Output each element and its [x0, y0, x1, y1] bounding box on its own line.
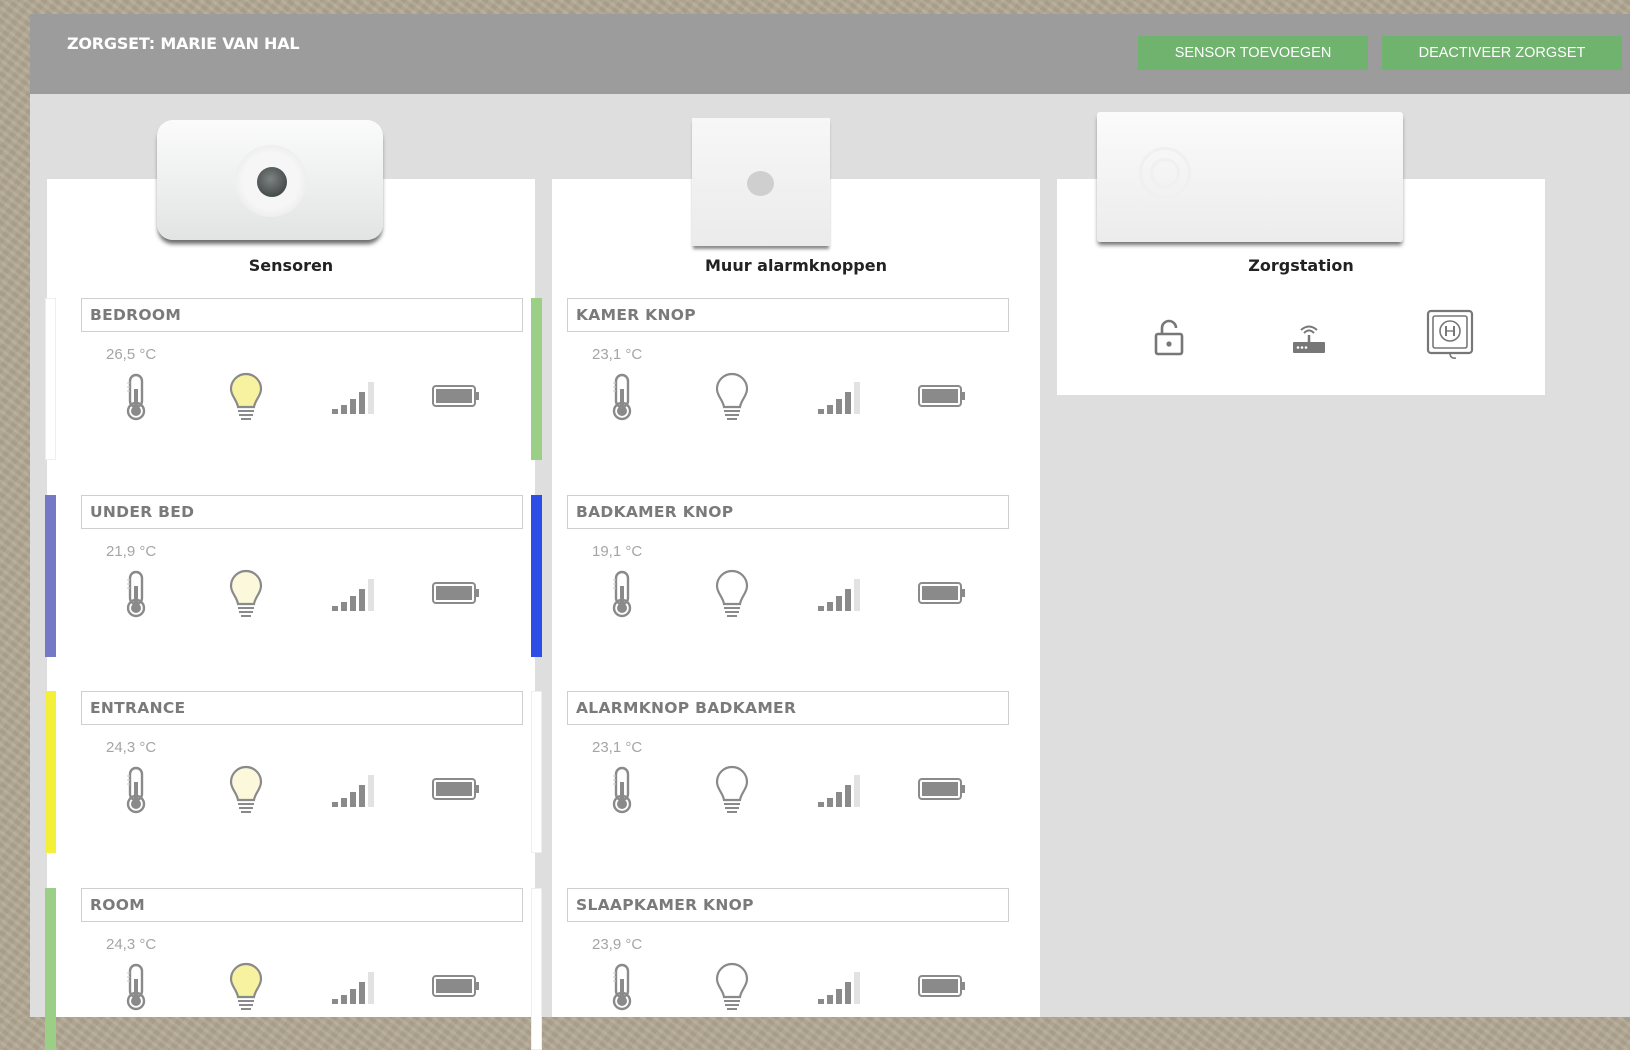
- color-indicator-bar: [45, 691, 56, 853]
- battery-icon: [431, 580, 483, 610]
- color-indicator-bar: [45, 888, 56, 1050]
- temperature-value: 19,1 °C: [592, 543, 643, 560]
- battery-icon: [431, 383, 483, 413]
- battery-icon: [431, 776, 483, 806]
- light-bulb-icon: [713, 961, 751, 1017]
- alarm-button-card[interactable]: ALARMKNOP BADKAMER 23,1 °C: [531, 691, 1009, 853]
- signal-strength-icon: [330, 577, 382, 617]
- device-name-field[interactable]: KAMER KNOP: [567, 298, 1009, 332]
- alarm-button-card[interactable]: KAMER KNOP 23,1 °C: [531, 298, 1009, 460]
- header-bar: ZORGSET: MARIE VAN HAL SENSOR TOEVOEGEN …: [30, 14, 1630, 94]
- color-indicator-bar: [45, 495, 56, 657]
- signal-strength-icon: [816, 970, 868, 1010]
- signal-strength-icon: [816, 380, 868, 420]
- device-name-field[interactable]: ALARMKNOP BADKAMER: [567, 691, 1009, 725]
- temperature-value: 24,3 °C: [106, 739, 157, 756]
- router-icon: [1293, 325, 1325, 353]
- signal-strength-icon: [330, 773, 382, 813]
- lock-open-icon: [1154, 319, 1184, 356]
- add-sensor-button[interactable]: SENSOR TOEVOEGEN: [1138, 36, 1368, 70]
- light-bulb-icon: [227, 371, 265, 427]
- temperature-value: 21,9 °C: [106, 543, 157, 560]
- light-bulb-icon: [713, 764, 751, 820]
- temperature-value: 24,3 °C: [106, 936, 157, 953]
- color-indicator-bar: [45, 298, 56, 460]
- light-bulb-icon: [227, 568, 265, 624]
- wall-buttons-column-title: Muur alarmknoppen: [705, 256, 887, 275]
- color-indicator-bar: [531, 691, 542, 853]
- light-bulb-icon: [227, 764, 265, 820]
- temperature-value: 23,1 °C: [592, 346, 643, 363]
- device-name-field[interactable]: SLAAPKAMER KNOP: [567, 888, 1009, 922]
- sensors-column-title: Sensoren: [248, 256, 334, 275]
- thermometer-icon: [121, 766, 151, 818]
- color-indicator-bar: [531, 495, 542, 657]
- motion-sensor-image: [157, 120, 383, 240]
- thermometer-icon: [607, 766, 637, 818]
- battery-icon: [917, 776, 969, 806]
- thermometer-icon: [607, 373, 637, 425]
- signal-strength-icon: [816, 773, 868, 813]
- deactivate-zorgset-button[interactable]: DEACTIVEER ZORGSET: [1382, 36, 1622, 70]
- thermometer-icon: [607, 570, 637, 622]
- temperature-value: 23,9 °C: [592, 936, 643, 953]
- signal-strength-icon: [816, 577, 868, 617]
- device-name-field[interactable]: ENTRANCE: [81, 691, 523, 725]
- alarm-button-card[interactable]: BADKAMER KNOP 19,1 °C: [531, 495, 1009, 657]
- sensor-card[interactable]: ENTRANCE 24,3 °C: [45, 691, 523, 853]
- color-indicator-bar: [531, 298, 542, 460]
- color-indicator-bar: [531, 888, 542, 1050]
- light-bulb-icon: [713, 371, 751, 427]
- power-socket-icon: [1426, 309, 1474, 359]
- battery-icon: [431, 973, 483, 1003]
- light-bulb-icon: [227, 961, 265, 1017]
- sensor-card[interactable]: BEDROOM 26,5 °C: [45, 298, 523, 460]
- battery-icon: [917, 383, 969, 413]
- alarm-button-card[interactable]: SLAAPKAMER KNOP 23,9 °C: [531, 888, 1009, 1050]
- temperature-value: 26,5 °C: [106, 346, 157, 363]
- temperature-value: 23,1 °C: [592, 739, 643, 756]
- care-station-image: [1097, 112, 1403, 242]
- sensor-card[interactable]: UNDER BED 21,9 °C: [45, 495, 523, 657]
- thermometer-icon: [121, 963, 151, 1015]
- device-name-field[interactable]: UNDER BED: [81, 495, 523, 529]
- signal-strength-icon: [330, 380, 382, 420]
- care-station-column-title: Zorgstation: [1248, 256, 1354, 275]
- battery-icon: [917, 973, 969, 1003]
- wall-button-image: [692, 118, 830, 246]
- sensor-card[interactable]: ROOM 24,3 °C: [45, 888, 523, 1050]
- battery-icon: [917, 580, 969, 610]
- device-name-field[interactable]: ROOM: [81, 888, 523, 922]
- thermometer-icon: [607, 963, 637, 1015]
- thermometer-icon: [121, 373, 151, 425]
- device-name-field[interactable]: BEDROOM: [81, 298, 523, 332]
- light-bulb-icon: [713, 568, 751, 624]
- device-name-field[interactable]: BADKAMER KNOP: [567, 495, 1009, 529]
- signal-strength-icon: [330, 970, 382, 1010]
- page-title: ZORGSET: MARIE VAN HAL: [67, 34, 300, 53]
- thermometer-icon: [121, 570, 151, 622]
